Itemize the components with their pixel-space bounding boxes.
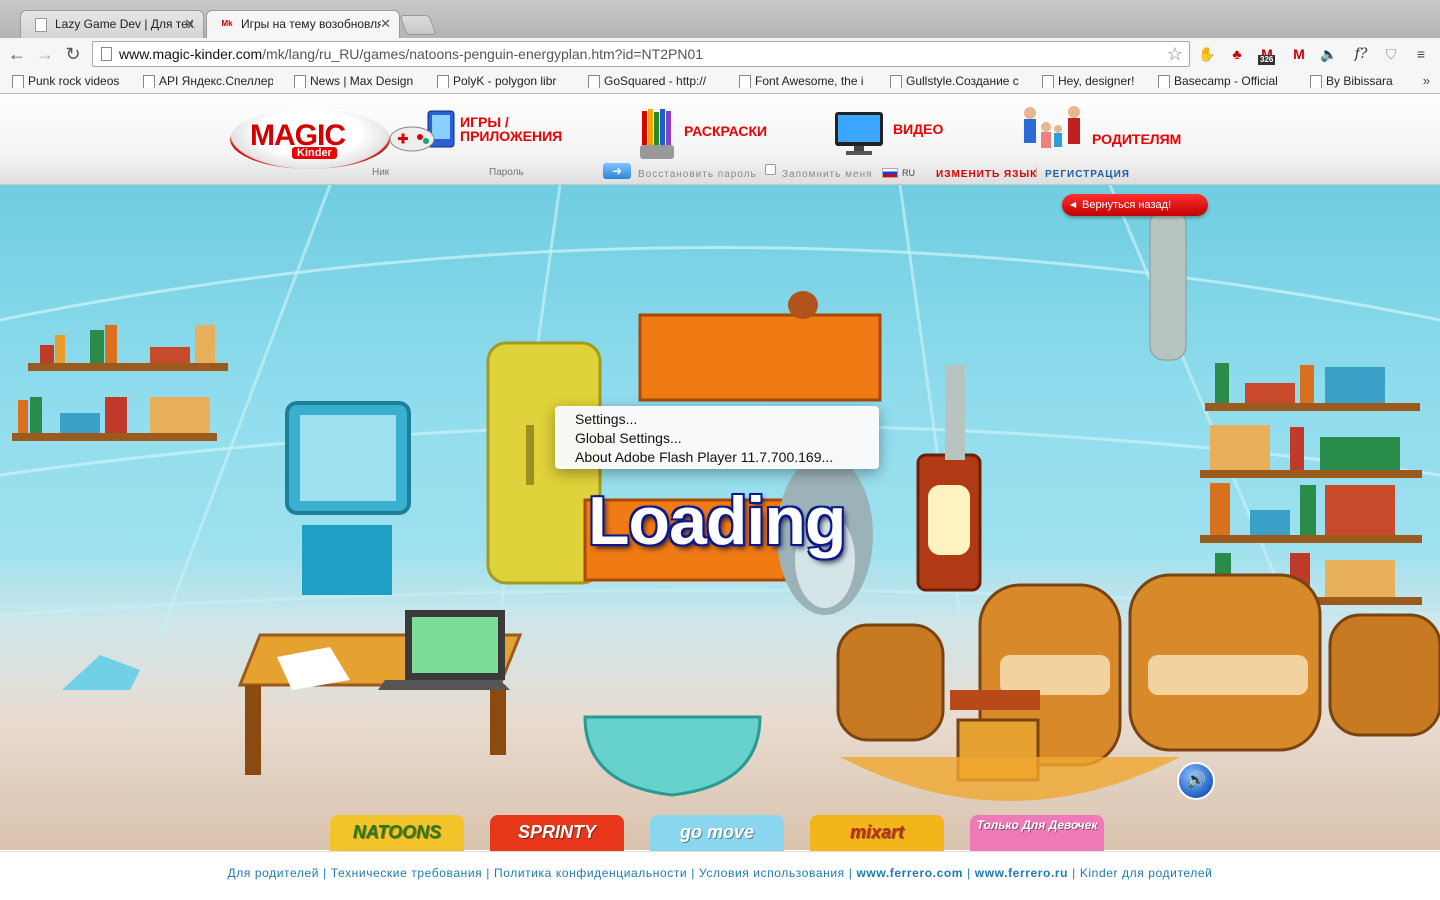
bookmark-star-icon[interactable]: ☆: [1167, 42, 1183, 66]
password-input[interactable]: [489, 164, 601, 180]
remember-me-label: Запомнить меня: [782, 169, 873, 180]
menu-parents[interactable]: РОДИТЕЛЯМ: [1092, 132, 1181, 146]
russian-flag-icon: [882, 168, 898, 178]
restore-password-link[interactable]: Восстановить пароль: [638, 169, 757, 180]
bookmark-item[interactable]: GoSquared - http://: [588, 74, 720, 88]
forward-arrow-icon[interactable]: →: [34, 43, 56, 65]
sound-toggle-icon[interactable]: 🔊: [1177, 762, 1215, 800]
new-tab-button[interactable]: [399, 15, 437, 35]
remember-me-checkbox[interactable]: [765, 164, 776, 175]
bookmark-item[interactable]: Gullstyle.Создание с: [890, 74, 1022, 88]
footer-link-parents[interactable]: Для родителей: [228, 866, 320, 880]
url-path: /mk/lang/ru_RU/games/natoons-penguin-ene…: [262, 46, 704, 62]
footer-link-ferrero-ru[interactable]: www.ferrero.ru: [975, 866, 1068, 880]
flash-context-menu: Settings... Global Settings... About Ado…: [555, 406, 879, 469]
menu-video[interactable]: ВИДЕО: [893, 122, 943, 136]
nick-input[interactable]: [372, 164, 484, 180]
tv-icon: [835, 112, 883, 155]
close-icon[interactable]: ✕: [184, 16, 195, 32]
bookmark-item[interactable]: API Яндекс.Спеллер: [143, 74, 273, 88]
menu-games[interactable]: ИГРЫ / ПРИЛОЖЕНИЯ: [460, 115, 570, 143]
footer-link-privacy[interactable]: Политика конфиденциальности: [494, 866, 687, 880]
page-icon: [101, 47, 112, 61]
separator: |: [848, 866, 853, 880]
browser-toolbar: ← → ↻ www.magic-kinder.com/mk/lang/ru_RU…: [0, 38, 1440, 70]
tab-title: Lazy Game Dev | Для тех,: [55, 17, 195, 31]
brand-mixart[interactable]: mixart: [810, 815, 944, 855]
footer-link-ferrero-com[interactable]: www.ferrero.com: [856, 866, 963, 880]
gmail-icon[interactable]: M: [1288, 43, 1310, 65]
brand-gomove[interactable]: go move: [650, 815, 784, 855]
footer-link-tech-requirements[interactable]: Технические требования: [331, 866, 482, 880]
bookmark-item[interactable]: News | Max Design: [294, 74, 424, 88]
brand-strip: NATOONS SPRINTY go move mixart Только Дл…: [0, 805, 1440, 855]
logo-kinder-text: Kinder: [292, 147, 337, 159]
menu-icon[interactable]: ≡: [1410, 43, 1432, 65]
menu-item-global-settings[interactable]: Global Settings...: [555, 429, 879, 448]
family-icon: [1024, 106, 1080, 148]
bookmark-item[interactable]: Basecamp - Official: [1158, 74, 1290, 88]
footer-link-terms[interactable]: Условия использования: [699, 866, 845, 880]
pencils-icon: [640, 109, 674, 159]
bookmarks-overflow-chevron[interactable]: »: [1423, 73, 1430, 88]
site-footer: Для родителей | Технические требования | Пол…: [0, 851, 1440, 900]
shield-icon[interactable]: ⛉: [1380, 43, 1402, 65]
bookmark-item[interactable]: Font Awesome, the i: [739, 74, 871, 88]
bookmarks-bar: Punk rock videos API Яндекс.Спеллер News…: [0, 70, 1440, 94]
fx-icon[interactable]: f?: [1350, 43, 1372, 65]
reload-icon[interactable]: ↻: [62, 43, 84, 65]
tab-strip: Lazy Game Dev | Для тех, ✕ Mk Игры на те…: [0, 0, 1440, 38]
login-submit-button[interactable]: ➜: [603, 163, 631, 179]
separator: |: [486, 866, 490, 880]
bookmark-item[interactable]: Punk rock videos: [12, 74, 142, 88]
tab-lazy-game-dev[interactable]: Lazy Game Dev | Для тех, ✕: [20, 10, 204, 38]
bookmark-item[interactable]: By Bibissara: [1310, 74, 1410, 88]
separator: |: [691, 866, 695, 880]
gmail-icon[interactable]: M 326: [1256, 43, 1278, 65]
tab-title: Игры на тему возобновля: [241, 17, 381, 31]
flash-game-area[interactable]: Settings... Global Settings... About Ado…: [0, 185, 1440, 850]
gamepad-icon: [389, 110, 455, 152]
language-code: RU: [902, 168, 915, 178]
bookmark-item[interactable]: Hey, designer!: [1042, 74, 1160, 88]
loading-text: Loading: [588, 483, 846, 559]
page-icon: [35, 18, 47, 32]
back-arrow-icon[interactable]: ←: [6, 43, 28, 65]
separator: |: [1035, 167, 1038, 178]
tab-magic-kinder[interactable]: Mk Игры на тему возобновля ✕: [206, 10, 400, 38]
register-link[interactable]: РЕГИСТРАЦИЯ: [1045, 169, 1130, 180]
ext-icon[interactable]: ♣: [1226, 43, 1248, 65]
speaker-icon[interactable]: 🔈: [1318, 43, 1340, 65]
magic-kinder-logo[interactable]: MAGIC Kinder: [230, 109, 390, 169]
footer-link-kinder-parents[interactable]: Kinder для родителей: [1080, 866, 1213, 880]
menu-item-settings[interactable]: Settings...: [555, 410, 879, 429]
separator: |: [323, 866, 327, 880]
url-host: www.magic-kinder.com: [119, 46, 263, 62]
menu-coloring[interactable]: РАСКРАСКИ: [684, 124, 767, 138]
gmail-badge: 326: [1258, 55, 1276, 65]
menu-item-about-flash[interactable]: About Adobe Flash Player 11.7.700.169...: [555, 448, 879, 467]
brand-natoons[interactable]: NATOONS: [330, 815, 464, 855]
separator: |: [967, 866, 971, 880]
brand-sprinty[interactable]: SPRINTY: [490, 815, 624, 855]
address-bar[interactable]: www.magic-kinder.com/mk/lang/ru_RU/games…: [92, 41, 1190, 67]
change-language-link[interactable]: ИЗМЕНИТЬ ЯЗЫК: [936, 169, 1037, 180]
close-icon[interactable]: ✕: [380, 16, 391, 32]
bookmark-item[interactable]: PolyK - polygon libr: [437, 74, 567, 88]
brand-for-girls[interactable]: Только Для Девочек: [970, 815, 1104, 855]
separator: |: [1072, 866, 1076, 880]
adblock-icon[interactable]: ✋: [1196, 43, 1218, 65]
go-back-button[interactable]: Вернуться назад!: [1062, 194, 1208, 216]
magic-kinder-favicon: Mk: [221, 19, 233, 28]
